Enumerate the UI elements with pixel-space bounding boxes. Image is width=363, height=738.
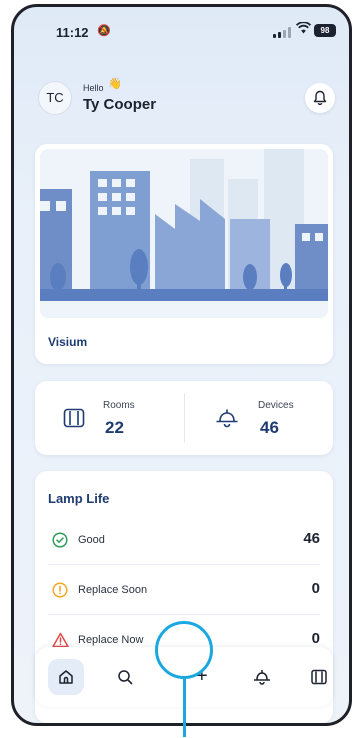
silent-mode-icon: 🔕 (97, 25, 111, 37)
tap-highlight-ring (155, 621, 213, 679)
greeting-text: Hello (83, 83, 104, 93)
home-icon (59, 670, 73, 684)
devices-label: Devices (258, 400, 294, 411)
lamp-row-label: Replace Now (78, 634, 144, 646)
lamp-row-value: 0 (311, 580, 320, 597)
lamp-icon (254, 670, 270, 685)
tap-highlight-pointer (183, 679, 186, 737)
wave-emoji: 👋 (108, 78, 122, 90)
rooms-label: Rooms (103, 400, 135, 411)
lamp-life-title: Lamp Life (48, 491, 110, 506)
phone-frame: 11:12 🔕 98 TC Hello 👋 Ty Cooper Visium R… (11, 4, 352, 726)
cellular-signal-icon (273, 27, 291, 38)
rooms-count: 22 (105, 418, 124, 437)
lamp-row-good[interactable]: Good 46 (48, 517, 320, 565)
lamp-row-replace-soon[interactable]: Replace Soon 0 (48, 567, 320, 615)
site-name: Visium (48, 335, 88, 349)
nav-devices[interactable] (243, 659, 279, 695)
battery-level: 98 (314, 24, 336, 37)
site-illustration (40, 149, 328, 318)
rooms-icon (311, 669, 327, 685)
lamp-row-value: 0 (311, 630, 320, 647)
nav-search[interactable] (107, 659, 143, 695)
status-time: 11:12 (56, 25, 89, 40)
warning-circle-icon (52, 582, 68, 598)
bell-icon (313, 90, 327, 106)
lamp-row-value: 46 (303, 530, 320, 547)
user-name: Ty Cooper (83, 96, 157, 113)
wifi-icon (295, 21, 312, 37)
rooms-icon (63, 408, 85, 428)
lamp-icon (216, 409, 238, 428)
avatar[interactable]: TC (38, 81, 72, 115)
check-circle-icon (52, 532, 68, 548)
devices-count: 46 (260, 418, 279, 437)
nav-home[interactable] (48, 659, 84, 695)
stats-card: Rooms 22 Devices 46 (35, 381, 333, 455)
stats-divider (184, 393, 185, 443)
lamp-row-label: Good (78, 534, 105, 546)
search-icon (118, 670, 133, 685)
warning-triangle-icon (52, 632, 69, 648)
nav-rooms[interactable] (301, 659, 337, 695)
site-card[interactable]: Visium (35, 144, 333, 364)
status-bar: 11:12 🔕 98 (14, 7, 349, 53)
lamp-row-label: Replace Soon (78, 584, 148, 596)
notifications-button[interactable] (305, 83, 335, 113)
